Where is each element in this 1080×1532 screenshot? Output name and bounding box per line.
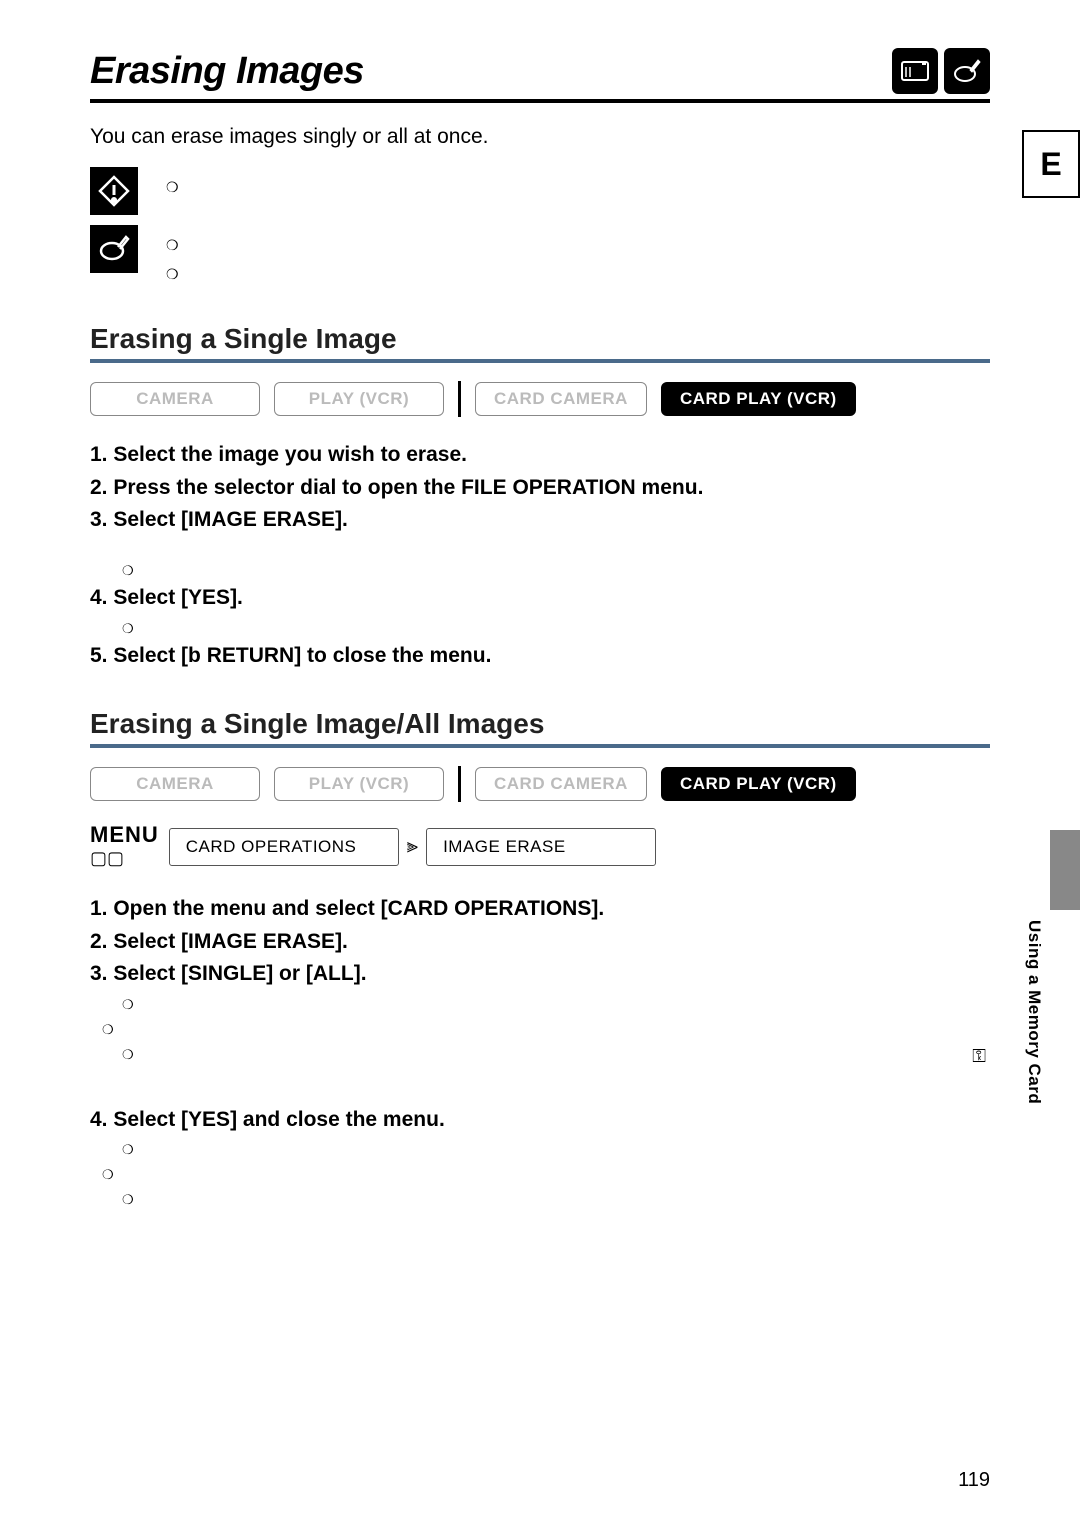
mode-camera: CAMERA (90, 767, 260, 801)
section1-heading: Erasing a Single Image (90, 323, 990, 355)
note-icon (90, 225, 138, 273)
mode-camera: CAMERA (90, 382, 260, 416)
section2-rule (90, 744, 990, 748)
menu-path: MENU ▢▢ CARD OPERATIONS ⫸ IMAGE ERASE (90, 824, 990, 869)
step: 3. Select [IMAGE ERASE]. (90, 504, 990, 537)
step: 2. Select [IMAGE ERASE]. (90, 926, 990, 959)
section2-heading: Erasing a Single Image/All Images (90, 708, 990, 740)
header-icons (892, 48, 990, 94)
section2-modes: CAMERA PLAY (VCR) CARD CAMERA CARD PLAY … (90, 766, 990, 802)
note-block (90, 225, 990, 287)
page-number: 119 (958, 1469, 990, 1492)
step4-sub (90, 615, 990, 640)
section1-modes: CAMERA PLAY (VCR) CARD CAMERA CARD PLAY … (90, 381, 990, 417)
mode-play-vcr: PLAY (VCR) (274, 767, 444, 801)
card-icon (892, 48, 938, 94)
title-rule (90, 99, 990, 103)
pencil-icon (944, 48, 990, 94)
mode-card-camera: CARD CAMERA (475, 767, 647, 801)
section2-steps: 1. Open the menu and select [CARD OPERAT… (90, 893, 990, 991)
step3-sub (90, 537, 990, 582)
menu-box-card-ops: CARD OPERATIONS (169, 828, 399, 866)
menu-box-image-erase: IMAGE ERASE (426, 828, 656, 866)
step: 5. Select [b RETURN] to close the menu. (90, 640, 990, 673)
step: 1. Select the image you wish to erase. (90, 439, 990, 472)
section1-steps-cont: 4. Select [YES]. (90, 582, 990, 615)
step: 1. Open the menu and select [CARD OPERAT… (90, 893, 990, 926)
intro-text: You can erase images singly or all at on… (90, 125, 990, 149)
section1-steps: 1. Select the image you wish to erase. 2… (90, 439, 990, 537)
warning-bullets (166, 167, 187, 200)
side-tab: E (1022, 130, 1080, 198)
side-chapter-text: Using a Memory Card (1024, 920, 1044, 1104)
section2-steps-cont: 4. Select [YES] and close the menu. (90, 1104, 990, 1137)
section1-steps-cont2: 5. Select [b RETURN] to close the menu. (90, 640, 990, 673)
step: 4. Select [YES] and close the menu. (90, 1104, 990, 1137)
warning-icon (90, 167, 138, 215)
step: 2. Press the selector dial to open the F… (90, 472, 990, 505)
book-icon: ▢▢ (90, 848, 159, 869)
menu-label-block: MENU ▢▢ (90, 824, 159, 869)
step4b-sub (90, 1136, 990, 1211)
mode-separator (458, 381, 461, 417)
side-gray-tab (1050, 830, 1080, 910)
mode-card-camera: CARD CAMERA (475, 382, 647, 416)
mode-separator (458, 766, 461, 802)
warning-block (90, 167, 990, 215)
section1-rule (90, 359, 990, 363)
menu-label: MENU (90, 824, 159, 846)
mode-card-play-vcr: CARD PLAY (VCR) (661, 767, 856, 801)
step: 4. Select [YES]. (90, 582, 990, 615)
page-title: Erasing Images (90, 50, 990, 93)
step3b-sub: ⚿ (90, 991, 990, 1072)
step: 3. Select [SINGLE] or [ALL]. (90, 958, 990, 991)
key-icon: ⚿ (972, 1041, 986, 1072)
mode-card-play-vcr: CARD PLAY (VCR) (661, 382, 856, 416)
mode-play-vcr: PLAY (VCR) (274, 382, 444, 416)
note-bullets (166, 225, 187, 287)
triangle-icon: ⫸ (407, 835, 418, 858)
